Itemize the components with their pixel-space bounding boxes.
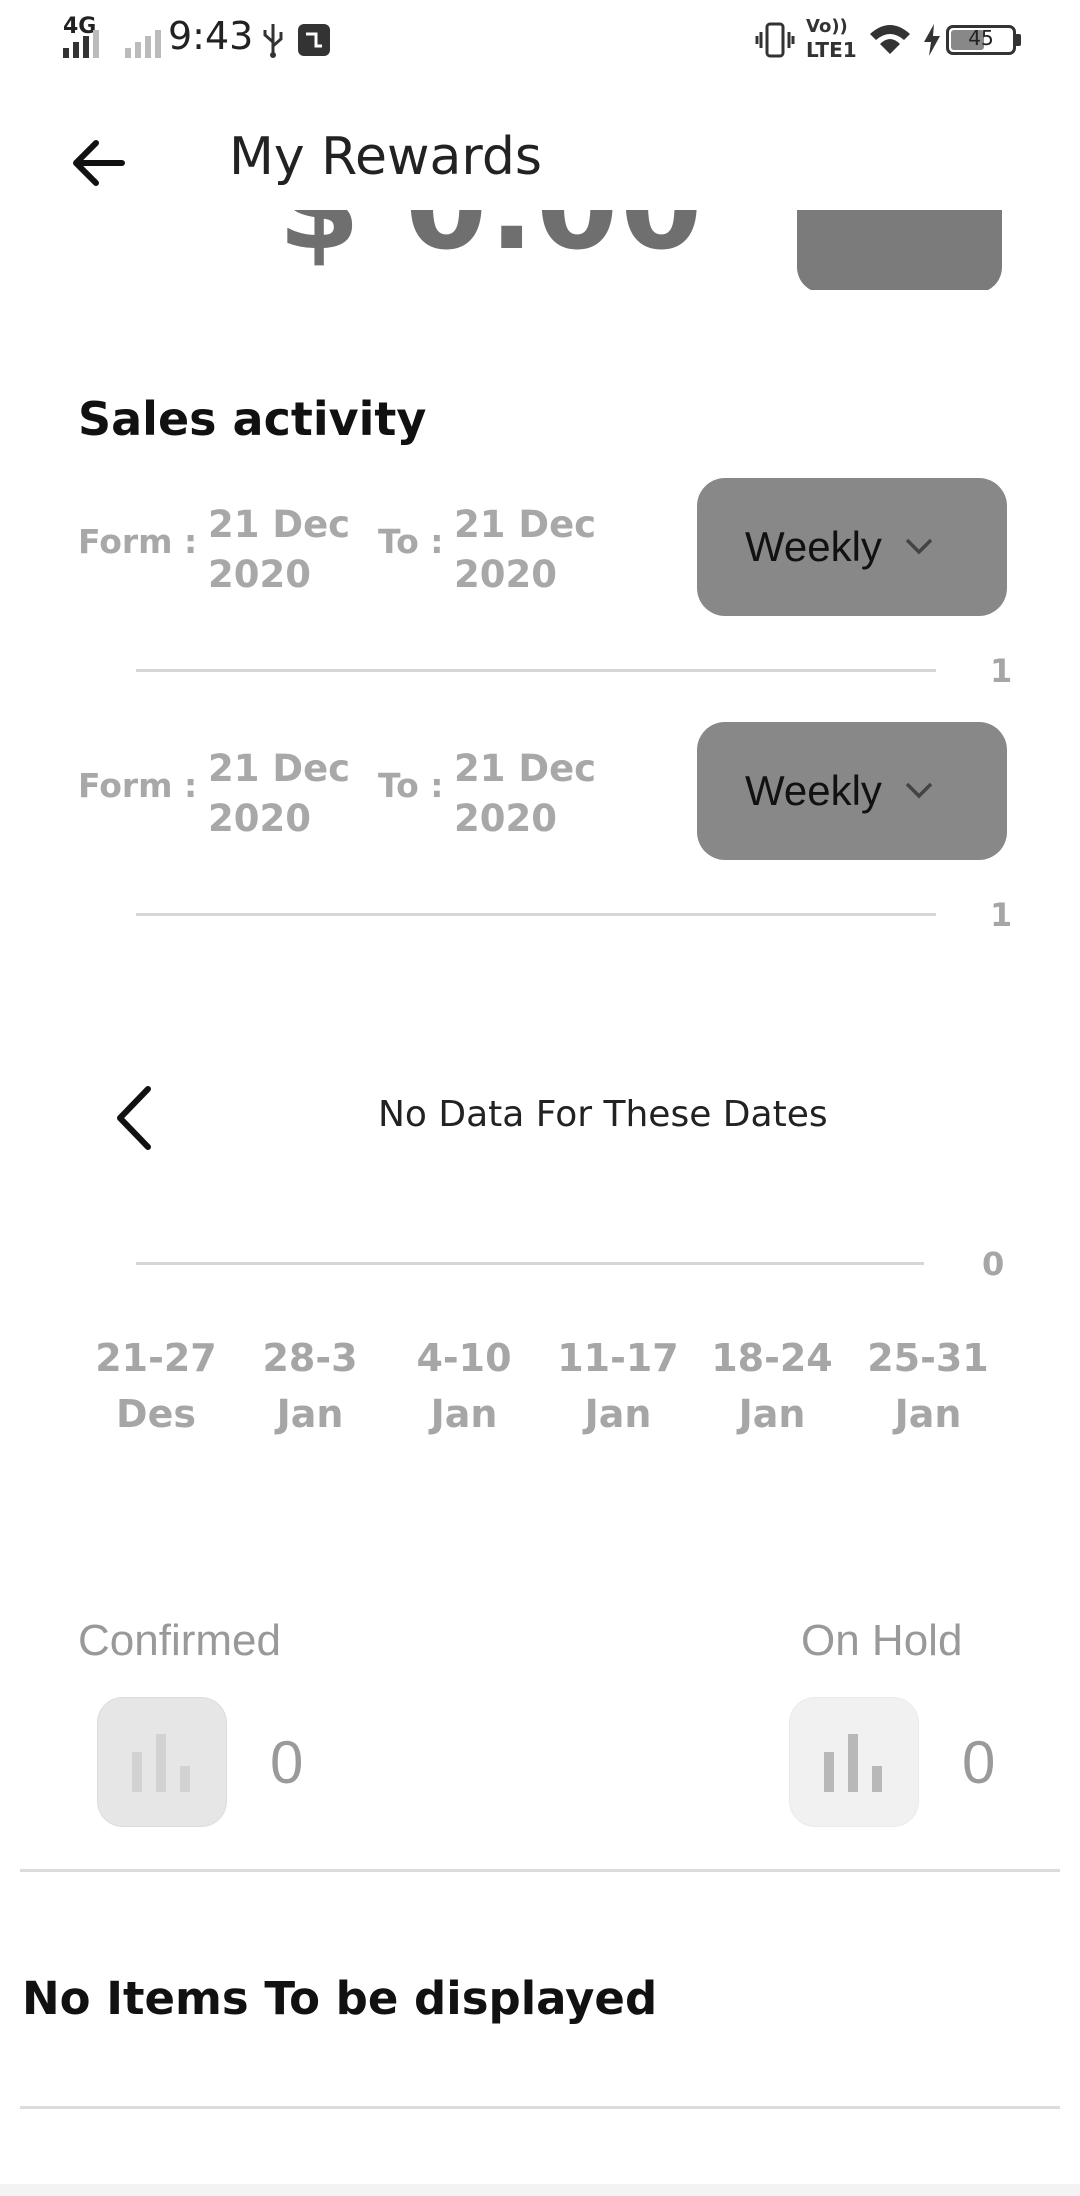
from-year: 2020 (208, 553, 311, 596)
chevron-down-icon (905, 538, 933, 555)
from-date[interactable]: 21 Dec 2020 (208, 744, 350, 844)
week-range: 25-31 (867, 1336, 989, 1380)
axis-value: 0 (982, 1245, 1005, 1283)
to-label: To : (378, 522, 444, 561)
vibrate-icon (755, 22, 795, 58)
week-label: 25-31 Jan (853, 1330, 1003, 1442)
to-date[interactable]: 21 Dec 2020 (454, 500, 596, 600)
back-arrow-icon[interactable] (70, 128, 130, 198)
week-range: 11-17 (557, 1336, 679, 1380)
axis-value: 1 (990, 652, 1013, 690)
week-label: 4-10 Jan (389, 1330, 539, 1442)
empty-chart-message: No Data For These Dates (378, 1094, 828, 1135)
charging-icon (924, 24, 940, 56)
week-month: Jan (738, 1392, 806, 1436)
sales-activity-title: Sales activity (78, 392, 427, 446)
on-hold-value: 0 (962, 1729, 996, 1796)
chevron-down-icon (905, 782, 933, 799)
balance-card-partial: $ 0.00 (0, 210, 1080, 290)
axis-value: 1 (990, 896, 1013, 934)
period-label: Weekly (745, 767, 882, 814)
week-label: 21-27 Des (81, 1330, 231, 1442)
week-month: Jan (276, 1392, 344, 1436)
on-hold-label: On Hold (801, 1616, 963, 1665)
week-month: Jan (430, 1392, 498, 1436)
to-year: 2020 (454, 797, 557, 840)
confirmed-label: Confirmed (78, 1616, 281, 1665)
week-label: 11-17 Jan (543, 1330, 693, 1442)
from-year: 2020 (208, 797, 311, 840)
chart-gridline (136, 669, 936, 672)
empty-items-message: No Items To be displayed (22, 1972, 658, 2025)
wifi-icon (870, 25, 910, 54)
to-date[interactable]: 21 Dec 2020 (454, 744, 596, 844)
week-label: 18-24 Jan (697, 1330, 847, 1442)
balance-dropdown-button[interactable] (797, 210, 1002, 290)
clock: 9:43 (168, 14, 254, 58)
from-day: 21 Dec (208, 747, 351, 790)
week-range: 28-3 (262, 1336, 358, 1380)
to-day: 21 Dec (454, 747, 597, 790)
signal-icon (63, 24, 161, 58)
lte-label: LTE1 (806, 38, 857, 62)
from-label: Form : (78, 522, 198, 561)
week-range: 21-27 (95, 1336, 217, 1380)
page-title: My Rewards (229, 127, 542, 187)
from-date[interactable]: 21 Dec 2020 (208, 500, 350, 600)
battery-icon: 45 (946, 25, 1016, 55)
bar-chart-icon (132, 1734, 190, 1792)
status-bar: 4G 9:43 Vo)) LTE1 45 (0, 0, 1080, 80)
to-day: 21 Dec (454, 503, 597, 546)
volte-label: Vo)) (806, 16, 848, 37)
to-year: 2020 (454, 553, 557, 596)
section-divider (20, 2106, 1060, 2109)
confirmed-icon-box (97, 1697, 227, 1827)
week-range: 4-10 (416, 1336, 512, 1380)
week-month: Jan (894, 1392, 962, 1436)
chevron-left-icon[interactable] (110, 1083, 160, 1153)
usb-icon (263, 24, 283, 58)
chart-baseline (136, 1262, 924, 1265)
chart-gridline (136, 913, 936, 916)
week-range: 18-24 (711, 1336, 833, 1380)
bar-chart-icon (824, 1734, 882, 1792)
week-label: 28-3 Jan (235, 1330, 385, 1442)
balance-amount: $ 0.00 (278, 210, 704, 276)
period-dropdown[interactable]: Weekly (697, 478, 1007, 616)
bottom-edge (0, 2184, 1080, 2196)
section-divider (20, 1869, 1060, 1872)
period-dropdown[interactable]: Weekly (697, 722, 1007, 860)
to-label: To : (378, 766, 444, 805)
notification-app-icon (298, 24, 330, 56)
period-label: Weekly (745, 523, 882, 570)
battery-level: 45 (968, 26, 994, 50)
week-month: Jan (584, 1392, 652, 1436)
confirmed-value: 0 (270, 1729, 304, 1796)
week-month: Des (116, 1392, 196, 1436)
from-label: Form : (78, 766, 198, 805)
from-day: 21 Dec (208, 503, 351, 546)
on-hold-icon-box (789, 1697, 919, 1827)
